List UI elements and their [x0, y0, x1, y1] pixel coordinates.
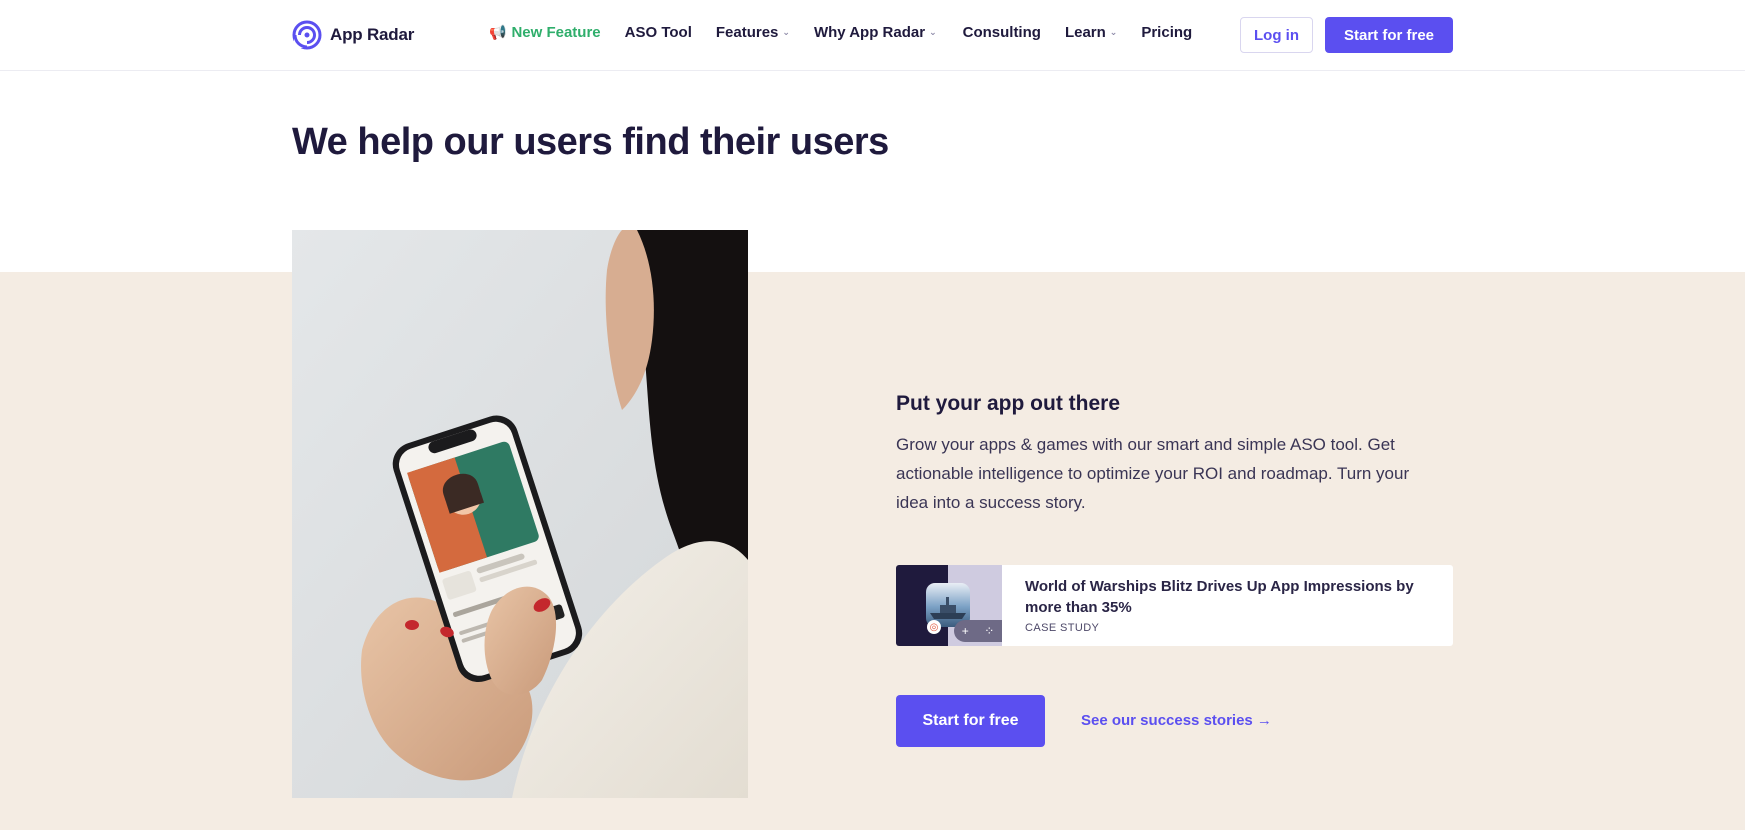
nav-consulting-label: Consulting	[962, 24, 1041, 41]
app-radar-logo-icon	[292, 20, 322, 50]
app-radar-badge-icon: ◎	[927, 620, 941, 634]
nav-consulting[interactable]: Consulting	[963, 24, 1041, 41]
nav-features[interactable]: Features ⌄	[716, 24, 790, 41]
hero-photo	[292, 230, 748, 798]
nav-features-label: Features	[715, 24, 779, 41]
case-study-thumbnail: ◎ + ⁘	[896, 565, 1002, 646]
success-stories-link[interactable]: See our success stories →	[1081, 712, 1272, 729]
main-menu: 📢 New Feature ASO Tool Features ⌄ Why Ap…	[489, 24, 1192, 41]
nav-why-app-radar[interactable]: Why App Radar ⌄	[814, 24, 937, 41]
nav-learn-label: Learn	[1064, 24, 1106, 41]
chevron-down-icon: ⌄	[782, 27, 790, 37]
case-study-title: World of Warships Blitz Drives Up App Im…	[1025, 578, 1414, 616]
nav-why-app-radar-label: Why App Radar	[813, 24, 926, 41]
feature-title: Put your app out there	[896, 392, 1121, 415]
case-study-label: CASE STUDY	[1025, 622, 1100, 634]
chevron-down-icon: ⌄	[929, 27, 937, 37]
start-for-free-button[interactable]: Start for free	[1325, 17, 1453, 53]
start-for-free-cta-button[interactable]: Start for free	[896, 695, 1045, 747]
page-title: We help our users find their users	[292, 121, 889, 163]
chevron-down-icon: ⌄	[1109, 27, 1118, 37]
nav-learn[interactable]: Learn ⌄	[1065, 24, 1117, 41]
brand-name: App Radar	[330, 25, 415, 44]
nav-new-feature[interactable]: 📢 New Feature	[489, 24, 601, 41]
nav-aso-tool[interactable]: ASO Tool	[625, 24, 692, 41]
megaphone-icon: 📢	[489, 24, 507, 40]
case-study-card[interactable]: ◎ + ⁘ World of Warships Blitz Drives Up A…	[896, 565, 1453, 646]
nav-pricing[interactable]: Pricing	[1141, 24, 1192, 41]
nav-pricing-label: Pricing	[1141, 24, 1193, 41]
feature-description: Grow your apps & games with our smart an…	[896, 435, 1410, 512]
brand-logo[interactable]: App Radar	[292, 20, 414, 50]
nav-aso-tool-label: ASO Tool	[624, 24, 692, 41]
top-navigation: App Radar 📢 New Feature ASO Tool Feature…	[0, 0, 1745, 71]
feature-section-background	[0, 272, 1745, 830]
login-button[interactable]: Log in	[1240, 17, 1313, 53]
gamepad-icon: + ⁘	[954, 620, 1002, 642]
nav-new-feature-label: New Feature	[511, 24, 601, 41]
